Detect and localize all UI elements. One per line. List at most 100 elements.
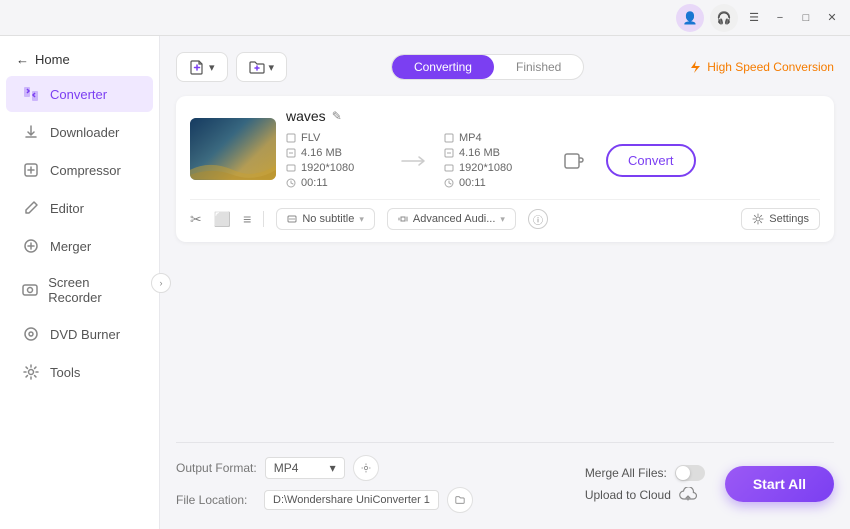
sidebar-item-converter[interactable]: Converter	[6, 76, 153, 112]
arrow-icon	[400, 153, 430, 169]
merge-all-row: Merge All Files:	[585, 465, 705, 481]
toolbar: ▾ ▾ Converting Finished	[176, 52, 834, 82]
content-spacer	[176, 242, 834, 442]
sidebar: ← Home Converter Downloader	[0, 36, 160, 529]
format-config-icon	[361, 462, 371, 474]
file-location-row: File Location: D:\Wondershare UniConvert…	[176, 487, 473, 513]
downloader-icon	[22, 123, 40, 141]
output-duration: 00:11	[459, 177, 486, 189]
audio-icon	[398, 214, 408, 224]
source-format: FLV	[301, 132, 320, 144]
sidebar-item-label: Downloader	[50, 125, 119, 140]
screen-recorder-icon	[22, 281, 38, 299]
convert-button[interactable]: Convert	[606, 144, 696, 177]
format-icon	[444, 133, 454, 143]
support-icon[interactable]: 🎧	[710, 4, 738, 32]
effects-icon[interactable]: ≡	[243, 211, 251, 227]
output-format: MP4	[459, 132, 482, 144]
sidebar-item-tools[interactable]: Tools	[6, 354, 153, 390]
subtitle-label: No subtitle	[302, 213, 354, 225]
sidebar-item-dvd-burner[interactable]: DVD Burner	[6, 316, 153, 352]
source-resolution: 1920*1080	[301, 162, 354, 174]
sidebar-item-label: Tools	[50, 365, 80, 380]
file-info: waves ✎ FLV	[286, 108, 820, 189]
sidebar-item-screen-recorder[interactable]: Screen Recorder	[6, 266, 153, 314]
sidebar-item-downloader[interactable]: Downloader	[6, 114, 153, 150]
output-format-select[interactable]: MP4 ▾	[265, 457, 345, 479]
merge-toggle[interactable]	[675, 465, 705, 481]
close-button[interactable]: ✕	[822, 8, 842, 28]
divider	[263, 211, 264, 227]
sidebar-item-merger[interactable]: Merger	[6, 228, 153, 264]
sidebar-item-label: Editor	[50, 201, 84, 216]
dvd-burner-icon	[22, 325, 40, 343]
cut-icon[interactable]: ✂	[190, 211, 202, 228]
settings-button[interactable]: Settings	[741, 208, 820, 230]
source-duration-row: 00:11	[286, 177, 386, 189]
file-meta: FLV 4.16 MB	[286, 132, 820, 189]
titlebar: 👤 🎧 ☰ − □ ✕	[0, 0, 850, 36]
file-location-input[interactable]: D:\Wondershare UniConverter 1	[264, 490, 439, 510]
add-file-button[interactable]: ▾	[176, 52, 228, 82]
app-body: ← Home Converter Downloader	[0, 36, 850, 529]
minimize-button[interactable]: −	[770, 8, 790, 28]
edit-filename-icon[interactable]: ✎	[332, 109, 342, 123]
home-label: Home	[35, 52, 70, 67]
toggle-knob	[676, 466, 690, 480]
output-format-value: MP4	[274, 461, 299, 475]
source-size: 4.16 MB	[301, 147, 342, 159]
file-header: waves ✎ FLV	[190, 108, 820, 189]
file-name-row: waves ✎	[286, 108, 820, 124]
file-location-label: File Location:	[176, 493, 256, 507]
wave-graphic	[190, 155, 276, 180]
resolution-icon	[286, 163, 296, 173]
maximize-button[interactable]: □	[796, 8, 816, 28]
file-actions: ✂ ⬜ ≡ No subtitle ▾	[190, 199, 820, 230]
format-caret: ▾	[330, 461, 336, 475]
output-settings-icon[interactable]	[554, 149, 594, 173]
format-settings-btn[interactable]	[353, 455, 379, 481]
upload-cloud-label: Upload to Cloud	[585, 488, 671, 502]
toolbar-left: ▾ ▾	[176, 52, 287, 82]
output-size-row: 4.16 MB	[444, 147, 544, 159]
add-file-icon	[189, 59, 205, 75]
menu-button[interactable]: ☰	[744, 8, 764, 28]
audio-select[interactable]: Advanced Audi... ▾	[387, 208, 516, 230]
folder-icon	[455, 494, 465, 506]
output-format-row: MP4	[444, 132, 544, 144]
merger-icon	[22, 237, 40, 255]
sidebar-item-label: Screen Recorder	[48, 275, 137, 305]
output-resolution: 1920*1080	[459, 162, 512, 174]
duration-icon	[286, 178, 296, 188]
upload-cloud-icon[interactable]	[679, 487, 697, 503]
tab-group: Converting Finished	[391, 54, 584, 80]
add-folder-button[interactable]: ▾	[236, 52, 288, 82]
subtitle-select[interactable]: No subtitle ▾	[276, 208, 375, 230]
sidebar-item-label: DVD Burner	[50, 327, 120, 342]
source-size-row: 4.16 MB	[286, 147, 386, 159]
start-all-button[interactable]: Start All	[725, 466, 834, 502]
resolution-icon	[444, 163, 454, 173]
output-meta: MP4 4.16 MB	[444, 132, 544, 189]
crop-icon[interactable]: ⬜	[214, 211, 231, 228]
file-card: waves ✎ FLV	[176, 96, 834, 242]
audio-label: Advanced Audi...	[413, 213, 496, 225]
compressor-icon	[22, 161, 40, 179]
bottom-left: Output Format: MP4 ▾ File Location:	[176, 455, 473, 513]
user-icon[interactable]: 👤	[676, 4, 704, 32]
bottom-right: Merge All Files: Upload to Cloud	[585, 465, 834, 503]
info-button[interactable]: ⓘ	[528, 209, 548, 229]
sidebar-item-editor[interactable]: Editor	[6, 190, 153, 226]
browse-folder-btn[interactable]	[447, 487, 473, 513]
add-folder-icon	[249, 59, 265, 75]
add-file-caret: ▾	[209, 61, 215, 74]
back-home-button[interactable]: ← Home	[0, 44, 159, 75]
source-format-row: FLV	[286, 132, 386, 144]
tab-converting[interactable]: Converting	[392, 55, 494, 79]
sidebar-collapse-button[interactable]: ›	[151, 273, 171, 293]
tab-finished[interactable]: Finished	[494, 55, 583, 79]
converter-icon	[22, 85, 40, 103]
sidebar-item-compressor[interactable]: Compressor	[6, 152, 153, 188]
sidebar-item-label: Compressor	[50, 163, 121, 178]
upload-cloud-row: Upload to Cloud	[585, 487, 705, 503]
